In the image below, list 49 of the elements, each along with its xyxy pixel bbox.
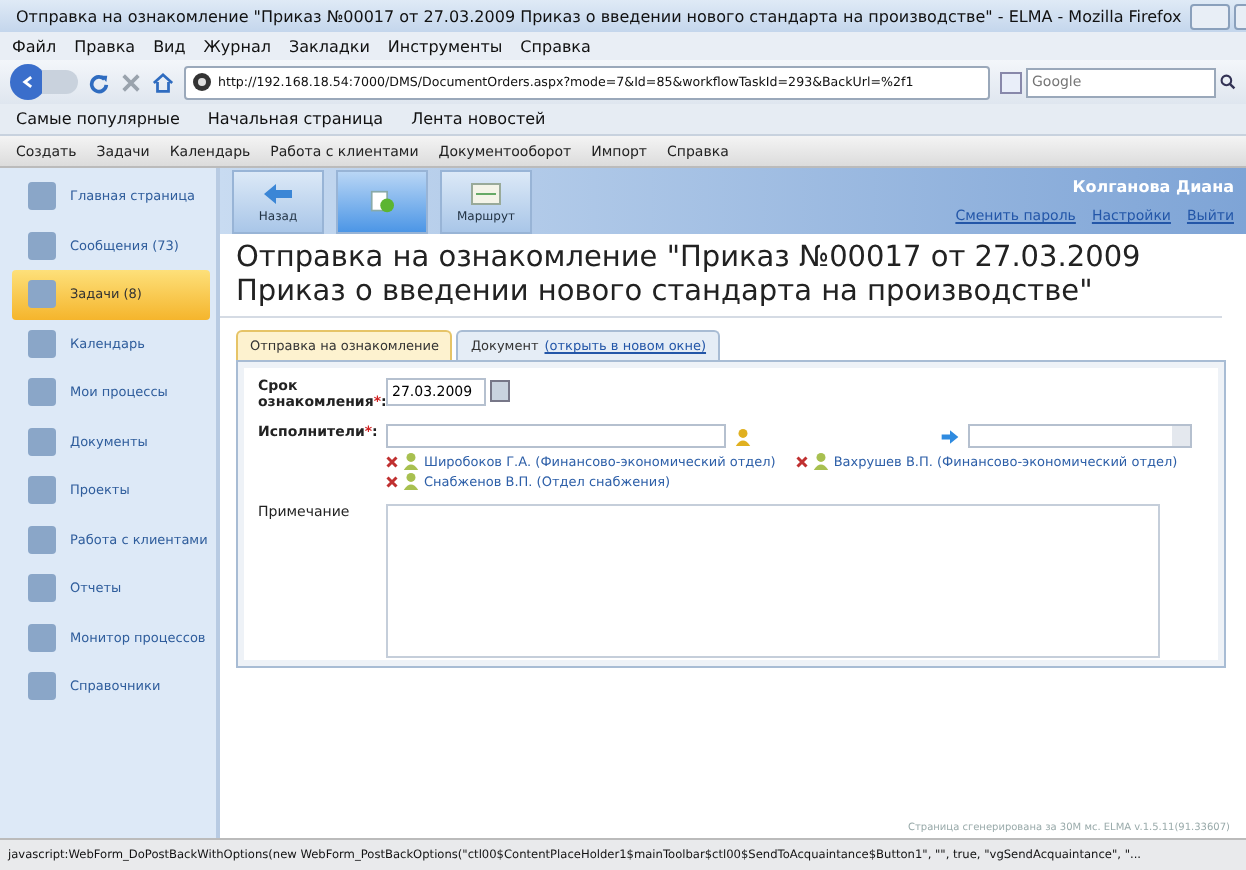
calendar-icon[interactable] [490, 380, 510, 402]
module-icon [28, 476, 56, 505]
stop-icon[interactable] [120, 71, 142, 93]
reload-icon[interactable] [88, 71, 110, 93]
menu-item[interactable]: Инструменты [387, 37, 503, 55]
dropdown-icon [1172, 426, 1190, 446]
module-icon [28, 329, 56, 358]
bookmark-link[interactable]: Лента новостей [411, 110, 546, 128]
person-icon[interactable] [734, 427, 752, 445]
window-title: Отправка на ознакомление "Приказ №00017 от 27.03.2009 Приказ о введении нового стандарта на производстве" - ELMA - Mozilla Firefox [16, 7, 1182, 25]
minimize-button[interactable] [1189, 3, 1230, 29]
dropdown-field[interactable] [968, 424, 1192, 448]
performer-field[interactable] [386, 424, 726, 448]
menu-item[interactable]: Закладки [288, 37, 370, 55]
module-icon [28, 525, 56, 554]
menu-item[interactable]: Правка [74, 37, 136, 55]
person-icon [402, 472, 420, 490]
module-icon [28, 623, 56, 652]
user-name: Колганова Диана [1072, 178, 1234, 196]
envelope-icon [470, 181, 502, 205]
menu-item[interactable]: Файл [12, 37, 57, 55]
menu-item[interactable]: Журнал [203, 37, 271, 55]
bookmark-link[interactable]: Самые популярные [16, 110, 180, 128]
remove-icon[interactable] [795, 455, 808, 467]
module-icon [28, 280, 56, 309]
back-button[interactable] [10, 64, 46, 100]
person-icon [811, 452, 830, 470]
bookmark-link[interactable]: Начальная страница [207, 110, 384, 128]
toolbar-button[interactable] [336, 170, 428, 234]
module-icon [28, 427, 56, 456]
arrow-icon[interactable] [940, 427, 960, 445]
home-icon[interactable] [152, 71, 174, 93]
module-icon [28, 672, 56, 701]
module-icon [28, 378, 56, 407]
menu-item[interactable]: Справка [520, 37, 591, 55]
note-field[interactable] [386, 504, 1160, 658]
module-icon [28, 231, 56, 260]
site-icon [192, 72, 212, 92]
search-icon[interactable] [1220, 74, 1236, 90]
document-icon [366, 190, 398, 214]
page-title: Отправка на ознакомление "Приказ №00017 от 27.03.2009 Приказ о введении нового стандарта на производстве" [220, 234, 1222, 318]
remove-icon[interactable] [386, 455, 398, 467]
module-icon [28, 574, 56, 603]
menu-item[interactable]: Вид [153, 37, 186, 55]
remove-icon[interactable] [386, 475, 398, 487]
person-icon [402, 452, 420, 470]
module-icon [28, 182, 56, 211]
search-engine-icon [1000, 71, 1022, 93]
arrow-icon [262, 181, 294, 205]
